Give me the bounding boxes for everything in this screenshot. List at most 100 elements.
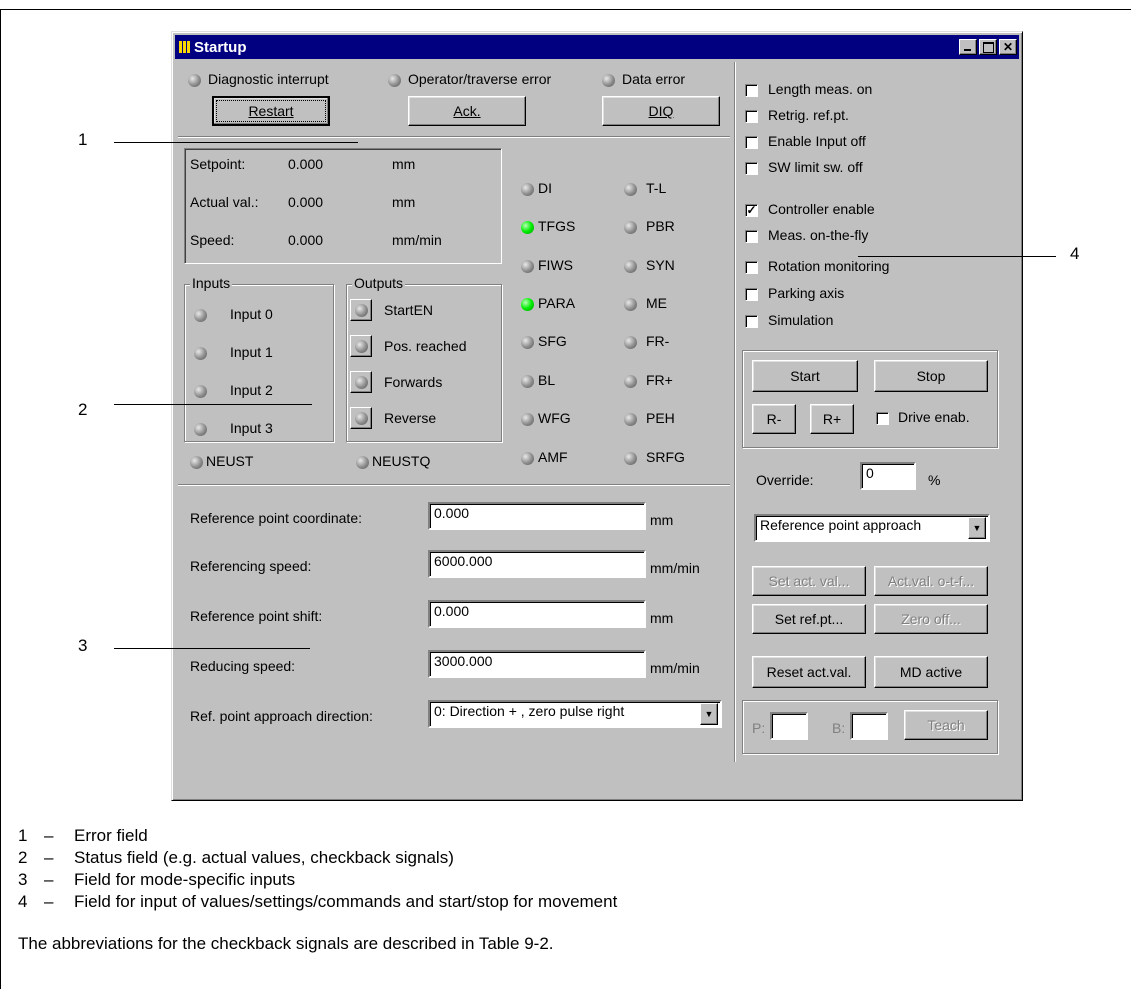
signal-t-l-led [624,183,637,196]
output-reverse-led [355,412,368,425]
signal-tfgs-led [521,221,534,234]
input-1-label: Input 1 [230,344,273,360]
drive-enab-checkbox[interactable] [876,412,889,425]
signal-fiws-label: FIWS [538,257,573,273]
reducing-speed-field[interactable]: 3000.000 [428,650,646,678]
signal-peh-label: PEH [646,410,675,426]
retrig-ref-pt-checkbox[interactable] [745,110,758,123]
signal-di-led [521,183,534,196]
input-1-led [194,347,207,360]
signal-para-led [521,298,534,311]
callout-1-number: 1 [78,130,88,149]
signal-me-led [624,298,637,311]
controller-enable-checkbox[interactable]: ✓ [745,204,758,217]
mode-chevron-down-icon[interactable]: ▼ [968,517,986,539]
ref-point-coordinate-field[interactable]: 0.000 [428,502,646,530]
reducing-speed-unit: mm/min [650,660,700,676]
set-ref-pt-button[interactable]: Set ref.pt... [752,604,866,634]
input-0-led [194,309,207,322]
enable-input-off-checkbox[interactable] [745,136,758,149]
page-frame-top [0,9,1131,10]
md-active-button[interactable]: MD active [874,656,988,688]
title-bar[interactable]: Startup ✕ [175,35,1019,59]
r-plus-button[interactable]: R+ [810,404,854,434]
parking-axis-label: Parking axis [768,285,845,301]
p-label: P: [752,720,766,736]
legend-4-dash: – [44,892,54,911]
parking-axis-checkbox[interactable] [745,288,758,301]
output-forwards-button[interactable] [350,371,372,393]
stop-button[interactable]: Stop [874,360,988,392]
referencing-speed-unit: mm/min [650,560,700,576]
legend-2-number: 2 [18,848,28,867]
legend-2-dash: – [44,848,54,867]
sw-limit-off-checkbox[interactable] [745,162,758,175]
enable-input-off-label: Enable Input off [768,133,866,149]
startup-window: Startup ✕ Diagnostic interrupt Operator/… [171,31,1023,801]
override-field[interactable]: 0 [860,462,916,490]
b-field[interactable] [850,712,888,740]
page-frame-left [0,9,1,989]
actual-value-unit: mm [392,194,416,210]
reset-act-val-button[interactable]: Reset act.val. [752,656,866,688]
separator-vertical [734,62,736,762]
sw-limit-off-label: SW limit sw. off [768,159,863,175]
callout-4-number: 4 [1070,244,1080,263]
restart-button[interactable]: Restart [212,96,330,126]
operator-error-label: Operator/traverse error [408,71,552,87]
start-button[interactable]: Start [752,360,858,392]
ref-point-coordinate-label: Reference point coordinate: [190,510,362,526]
output-startEN-led [355,304,368,317]
legend-4-number: 4 [18,892,28,911]
signal-peh-led [624,413,637,426]
data-error-label: Data error [622,71,686,87]
rotation-monitoring-checkbox[interactable] [745,261,758,274]
signal-me-label: ME [646,295,667,311]
referencing-speed-label: Referencing speed: [190,558,312,574]
length-meas-checkbox[interactable] [745,84,758,97]
signal-sfg-label: SFG [538,333,567,349]
ref-point-shift-field[interactable]: 0.000 [428,600,646,628]
outputs-group-title: Outputs [352,275,406,291]
teach-button[interactable]: Teach [904,710,988,740]
close-icon[interactable]: ✕ [999,39,1017,55]
set-act-val-button[interactable]: Set act. val... [752,566,866,596]
approach-direction-select[interactable]: 0: Direction + , zero pulse right [428,700,722,728]
referencing-speed-field[interactable]: 6000.000 [428,550,646,578]
separator-status [178,484,730,486]
app-icon [179,41,190,53]
footnote: The abbreviations for the checkback sign… [18,934,554,953]
input-2-label: Input 2 [230,382,273,398]
signal-fiws-led [521,260,534,273]
signal-srfg-led [624,452,637,465]
r-minus-button[interactable]: R- [752,404,796,434]
approach-direction-label: Ref. point approach direction: [190,708,373,724]
diq-button[interactable]: DIQ [602,96,720,126]
signal-amf-label: AMF [538,449,568,465]
meas-on-the-fly-checkbox[interactable] [745,230,758,243]
signal-wfg-led [521,413,534,426]
maximize-icon[interactable] [979,39,997,55]
neust-led [190,456,203,469]
mode-select[interactable]: Reference point approach [754,514,990,542]
simulation-checkbox[interactable] [745,315,758,328]
ref-point-coordinate-unit: mm [650,512,674,528]
output-pos-reached-button[interactable] [350,335,372,357]
output-startEN-button[interactable] [350,299,372,321]
separator-error [178,136,730,138]
chevron-down-icon[interactable]: ▼ [700,703,718,725]
minimize-icon[interactable] [959,39,977,55]
override-unit: % [928,472,941,488]
input-2-led [194,385,207,398]
legend-4-text: Field for input of values/settings/comma… [74,892,618,911]
actual-value: 0.000 [288,194,324,210]
zero-off-button[interactable]: Zero off... [874,604,988,634]
legend-3-dash: – [44,870,54,889]
act-val-otf-button[interactable]: Act.val. o-t-f... [874,566,988,596]
output-reverse-button[interactable] [350,407,372,429]
meas-on-the-fly-label: Meas. on-the-fly [768,227,869,243]
length-meas-label: Length meas. on [768,81,873,97]
p-field[interactable] [770,712,808,740]
legend-3-text: Field for mode-specific inputs [74,870,296,889]
ack-button[interactable]: Ack. [408,96,526,126]
